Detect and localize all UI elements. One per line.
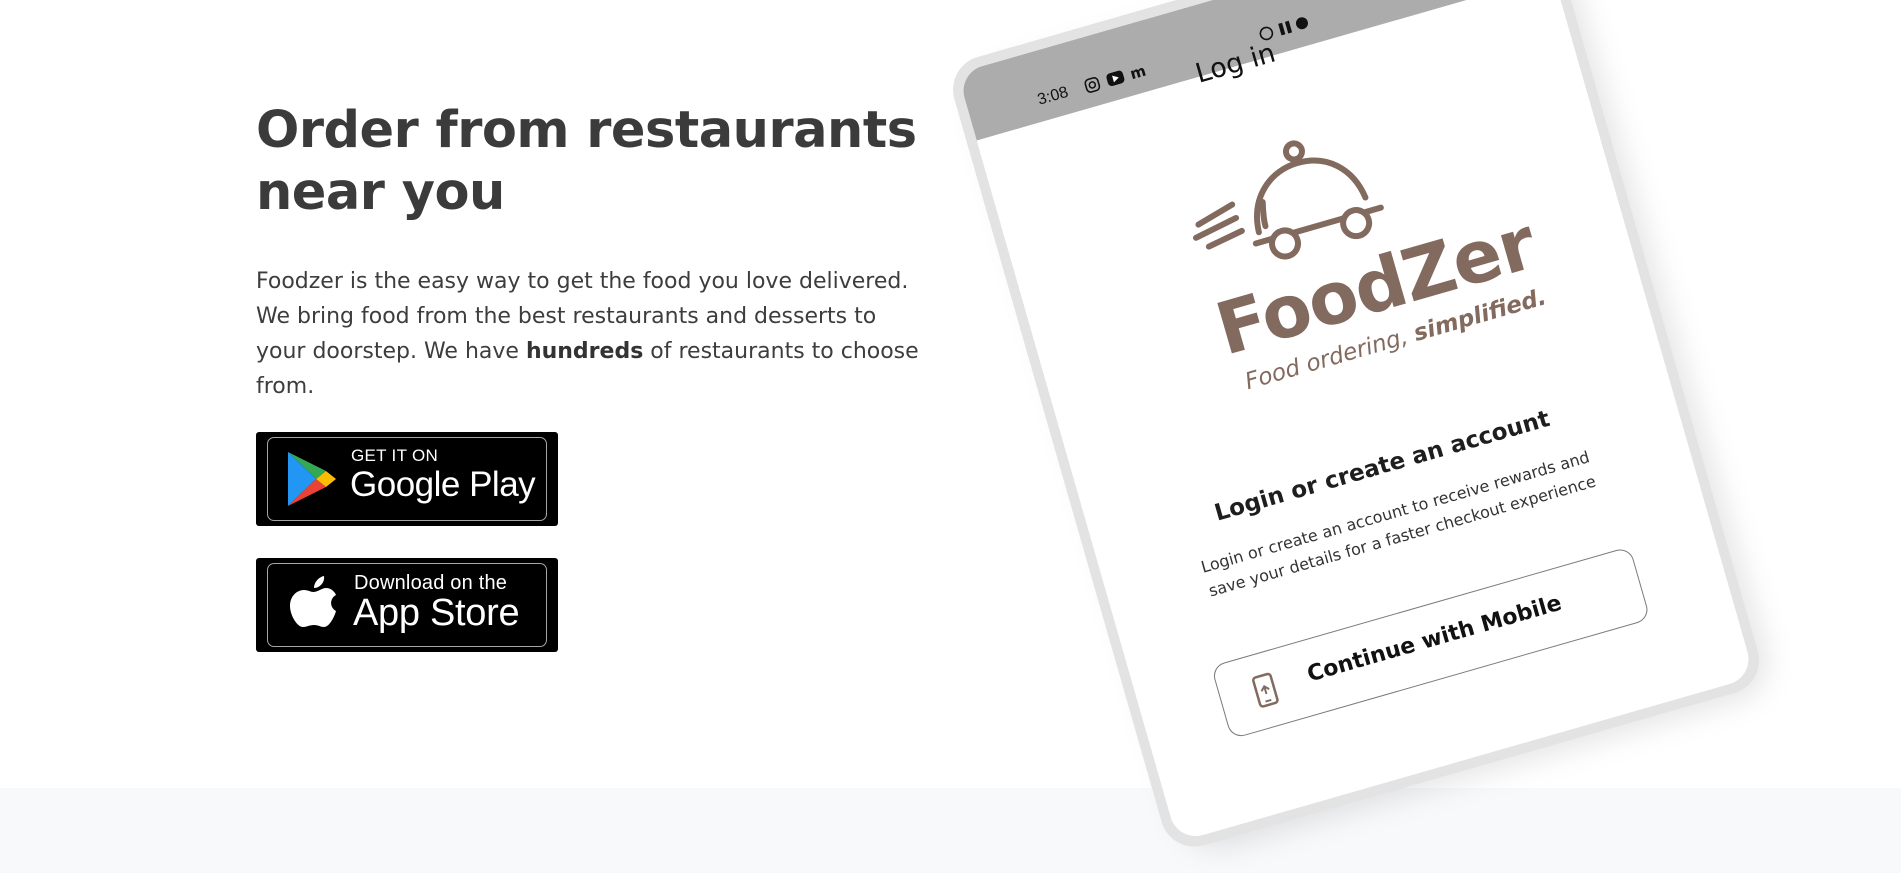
app-store-badge[interactable]: Download on the App Store xyxy=(256,558,558,652)
apple-icon xyxy=(290,576,336,627)
continue-with-mobile-label: Continue with Mobile xyxy=(1304,590,1565,688)
google-play-small-text: GET IT ON xyxy=(351,446,439,465)
google-play-icon xyxy=(288,452,336,506)
hero-description: Foodzer is the easy way to get the food … xyxy=(256,264,926,404)
phone-mockup: 3:08 m Log in FoodZer Food ordering, sim… xyxy=(944,0,1777,858)
mobile-phone-icon xyxy=(1252,672,1279,708)
footer-band xyxy=(0,788,1901,873)
hero-title: Order from restaurants near you xyxy=(256,101,917,222)
phone-screen: 3:08 m Log in FoodZer Food ordering, sim… xyxy=(957,0,1755,843)
app-store-big-text: App Store xyxy=(353,592,520,634)
hero-description-bold: hundreds xyxy=(525,339,644,364)
google-play-big-text: Google Play xyxy=(350,465,536,504)
google-play-badge[interactable]: GET IT ON Google Play xyxy=(256,432,558,526)
hero-section: Order from restaurants near you Foodzer … xyxy=(256,100,926,404)
foodzer-logo: FoodZer Food ordering, simplified. xyxy=(1143,93,1549,426)
